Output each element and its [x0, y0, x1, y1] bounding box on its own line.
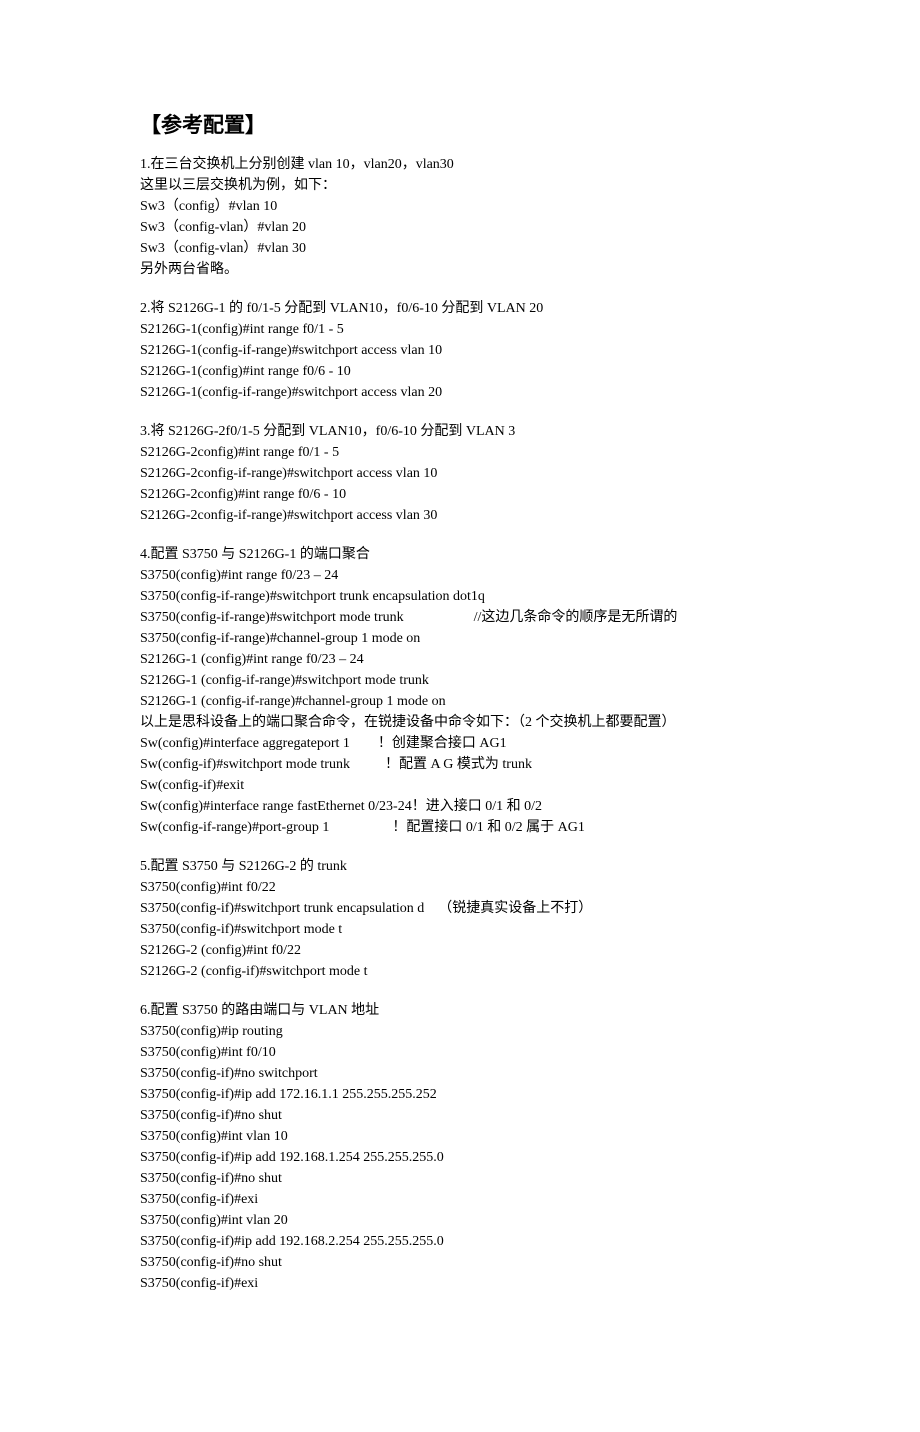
document-page: 【参考配置】 1.在三台交换机上分别创建 vlan 10，vlan20，vlan… [0, 0, 920, 1432]
section-block: 2.将 S2126G-1 的 f0/1-5 分配到 VLAN10，f0/6-10… [140, 298, 780, 403]
page-title: 【参考配置】 [140, 110, 780, 142]
section-block: 1.在三台交换机上分别创建 vlan 10，vlan20，vlan30 这里以三… [140, 154, 780, 280]
section-block: 4.配置 S3750 与 S2126G-1 的端口聚合 S3750(config… [140, 544, 780, 838]
section-block: 6.配置 S3750 的路由端口与 VLAN 地址 S3750(config)#… [140, 1000, 780, 1294]
section-block: 3.将 S2126G-2f0/1-5 分配到 VLAN10，f0/6-10 分配… [140, 421, 780, 526]
section-block: 5.配置 S3750 与 S2126G-2 的 trunk S3750(conf… [140, 856, 780, 982]
